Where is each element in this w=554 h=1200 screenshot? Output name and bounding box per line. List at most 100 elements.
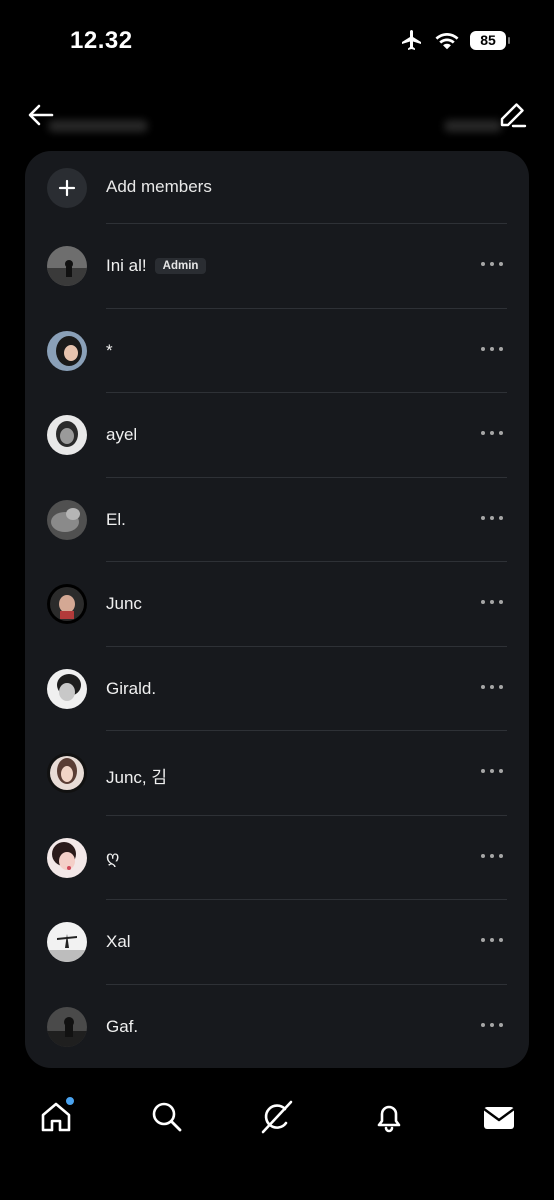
member-name: Ini al! Admin (106, 256, 207, 276)
more-dot (481, 516, 485, 520)
member-name-text: Ini al! (106, 256, 147, 275)
avatar (47, 838, 87, 878)
avatar (47, 415, 87, 455)
more-dot (481, 431, 485, 435)
edit-icon (500, 103, 527, 128)
admin-badge: Admin (154, 258, 207, 274)
more-dot (490, 938, 494, 942)
more-dot (490, 516, 494, 520)
add-members-button[interactable] (47, 168, 87, 208)
member-row[interactable]: Xal (25, 900, 529, 984)
nav-grok[interactable] (259, 1099, 295, 1135)
more-dot (481, 262, 485, 266)
more-dot (499, 685, 503, 689)
search-icon (152, 1102, 182, 1132)
member-name: Gaf. (106, 1017, 139, 1036)
more-dot (481, 685, 485, 689)
member-name: * (106, 341, 113, 360)
more-options-button[interactable] (481, 761, 503, 781)
battery-indicator: 85 (470, 30, 510, 50)
more-dot (499, 347, 503, 351)
member-name: Junc, 김 (106, 768, 167, 787)
more-options-button[interactable] (481, 339, 503, 359)
header (0, 90, 554, 140)
more-dot (481, 1023, 485, 1027)
more-dot (490, 347, 494, 351)
member-row[interactable]: ayel (25, 393, 529, 477)
member-row[interactable]: Ini al! Admin (25, 224, 529, 308)
avatar (47, 584, 87, 624)
notification-dot (64, 1095, 76, 1107)
member-row[interactable]: El. (25, 478, 529, 562)
more-dot (481, 347, 485, 351)
member-name: ayel (106, 425, 138, 444)
member-name: Girald. (106, 679, 157, 698)
member-row[interactable]: ღ (25, 816, 529, 900)
avatar (47, 1007, 87, 1047)
grok-icon (261, 1100, 293, 1134)
more-dot (490, 685, 494, 689)
more-dot (490, 600, 494, 604)
member-name: Junc (106, 594, 142, 613)
more-options-button[interactable] (481, 846, 503, 866)
member-row[interactable]: Gaf. (25, 985, 529, 1068)
more-dot (481, 854, 485, 858)
status-bar: 12.32 85 (0, 0, 554, 80)
status-icons: 85 (400, 28, 510, 52)
more-dot (499, 431, 503, 435)
avatar (47, 331, 87, 371)
more-options-button[interactable] (481, 254, 503, 274)
more-options-button[interactable] (481, 508, 503, 528)
more-dot (490, 431, 494, 435)
member-name: Xal (106, 932, 131, 951)
add-members-row[interactable]: Add members (25, 151, 529, 223)
bell-icon (377, 1105, 401, 1133)
member-name: ღ (106, 848, 120, 867)
blurred-header-link (444, 120, 502, 132)
nav-home[interactable] (38, 1095, 76, 1135)
airplane-icon (402, 30, 421, 50)
more-dot (481, 938, 485, 942)
nav-search[interactable] (149, 1099, 185, 1135)
more-dot (490, 262, 494, 266)
more-dot (499, 938, 503, 942)
edit-button[interactable] (496, 98, 530, 132)
member-name: El. (106, 510, 126, 529)
more-dot (481, 600, 485, 604)
more-dot (499, 600, 503, 604)
avatar (47, 246, 87, 286)
bottom-nav (0, 1085, 554, 1149)
more-options-button[interactable] (481, 423, 503, 443)
more-dot (499, 1023, 503, 1027)
nav-notifications[interactable] (371, 1099, 407, 1135)
more-dot (499, 769, 503, 773)
more-options-button[interactable] (481, 592, 503, 612)
more-dot (499, 854, 503, 858)
plus-icon (58, 179, 76, 197)
members-panel: Add members Ini al! Admin * ayel El. Jun… (25, 151, 529, 1068)
add-members-label: Add members (106, 177, 212, 196)
more-dot (490, 769, 494, 773)
more-options-button[interactable] (481, 677, 503, 697)
nav-messages[interactable] (481, 1099, 517, 1135)
avatar (47, 669, 87, 709)
more-options-button[interactable] (481, 930, 503, 950)
more-dot (490, 854, 494, 858)
avatar (47, 500, 87, 540)
member-row[interactable]: * (25, 309, 529, 393)
avatar (47, 753, 87, 793)
mail-icon (483, 1107, 515, 1129)
avatar (47, 922, 87, 962)
more-options-button[interactable] (481, 1015, 503, 1035)
member-row[interactable]: Girald. (25, 647, 529, 731)
more-dot (499, 516, 503, 520)
member-row[interactable]: Junc (25, 562, 529, 646)
wifi-icon (435, 33, 459, 50)
more-dot (499, 262, 503, 266)
more-dot (490, 1023, 494, 1027)
blurred-subtitle (48, 120, 148, 132)
more-dot (481, 769, 485, 773)
battery-level: 85 (480, 32, 496, 48)
member-row[interactable]: Junc, 김 (25, 731, 529, 815)
status-time: 12.32 (70, 27, 133, 54)
